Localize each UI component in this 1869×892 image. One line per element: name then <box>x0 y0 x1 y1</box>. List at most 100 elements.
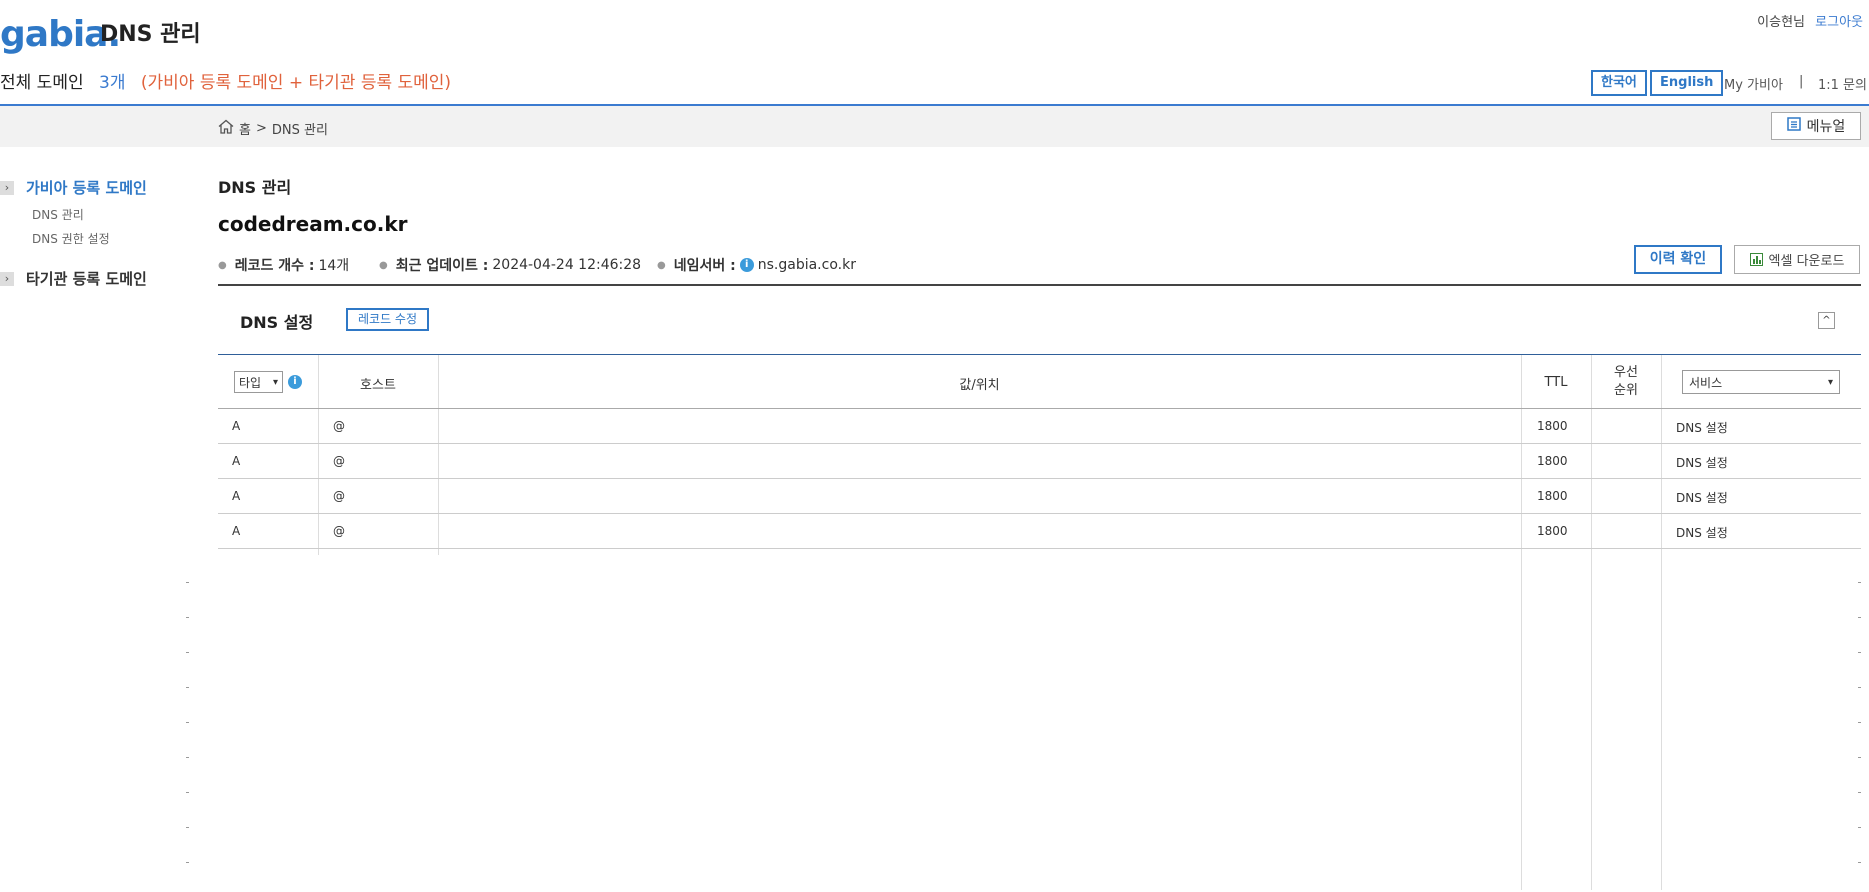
chart-icon <box>1749 253 1763 266</box>
row-host: @ <box>333 524 345 538</box>
record-count-value: 14개 <box>318 258 350 274</box>
type-select-value: 타입 <box>239 375 262 390</box>
edge-tick <box>186 582 189 583</box>
table-top-border <box>218 354 1861 355</box>
inquiry-link[interactable]: 1:1 문의 <box>1818 74 1867 93</box>
row-divider <box>218 443 1861 444</box>
row-type: A <box>232 489 241 503</box>
sidebar-subitem-dns-manage[interactable]: DNS 관리 <box>32 206 84 223</box>
breadcrumb-separator: > <box>255 121 267 136</box>
row-service: DNS 설정 <box>1676 421 1728 435</box>
summary-label: 전체 도메인 <box>0 73 84 93</box>
edge-tick <box>1858 792 1861 793</box>
row-service: DNS 설정 <box>1676 526 1728 540</box>
chevron-right-icon: › <box>0 181 14 195</box>
row-host: @ <box>333 489 345 503</box>
updated-label: 최근 업데이트 : <box>395 258 489 274</box>
info-icon[interactable]: i <box>288 375 302 389</box>
breadcrumb-home[interactable]: 홈 <box>239 119 251 138</box>
edge-tick <box>1858 722 1861 723</box>
info-icon[interactable]: i <box>739 258 754 272</box>
dns-settings-title: DNS 설정 <box>240 313 314 332</box>
edge-tick <box>186 617 189 618</box>
edge-tick <box>186 862 189 863</box>
edge-tick <box>186 722 189 723</box>
summary-description: (가비아 등록 도메인 + 타기관 등록 도메인) <box>140 73 452 93</box>
chevron-down-icon: ▾ <box>272 376 278 388</box>
nameserver-value: ns.gabia.co.kr <box>757 257 856 273</box>
header-ttl: TTL <box>1544 375 1568 390</box>
nameserver-label: 네임서버 : <box>673 258 736 274</box>
type-filter-select[interactable]: 타입 ▾ <box>234 371 283 393</box>
sidebar-item-gabia-domains[interactable]: 가비아 등록 도메인 <box>26 177 147 198</box>
row-divider <box>218 478 1861 479</box>
header-value: 값/위치 <box>959 378 1000 393</box>
breadcrumb: 홈 > DNS 관리 <box>218 119 328 138</box>
row-divider <box>218 548 1861 549</box>
user-name: 이승현님 <box>1757 15 1806 30</box>
domain-summary: 전체 도메인 3개 (가비아 등록 도메인 + 타기관 등록 도메인) <box>0 68 451 93</box>
edge-tick <box>186 687 189 688</box>
sidebar-subitem-dns-permission[interactable]: DNS 권한 설정 <box>32 230 110 247</box>
row-ttl: 1800 <box>1537 524 1568 538</box>
last-updated: ● 최근 업데이트 :2024-04-24 12:46:28 <box>379 257 642 274</box>
section-title: DNS 관리 <box>218 178 292 197</box>
user-area: 이승현님 로그아웃 <box>1757 11 1863 30</box>
edge-tick <box>1858 757 1861 758</box>
edge-tick <box>1858 582 1861 583</box>
record-edit-button[interactable]: 레코드 수정 <box>346 308 429 331</box>
nameserver: ● 네임서버 : i ns.gabia.co.kr <box>657 257 856 274</box>
row-service: DNS 설정 <box>1676 456 1728 470</box>
row-type: A <box>232 524 241 538</box>
domain-count[interactable]: 3개 <box>99 73 125 93</box>
lang-english-button[interactable]: English <box>1650 70 1724 96</box>
my-gabia-link[interactable]: My 가비아 <box>1724 74 1783 93</box>
document-icon <box>1786 117 1801 135</box>
history-button[interactable]: 이력 확인 <box>1634 245 1722 274</box>
edge-tick <box>186 827 189 828</box>
row-service: DNS 설정 <box>1676 491 1728 505</box>
updated-value: 2024-04-24 12:46:28 <box>492 257 642 273</box>
edge-tick <box>1858 862 1861 863</box>
row-type: A <box>232 454 241 468</box>
manual-label: 메뉴얼 <box>1806 119 1846 135</box>
row-ttl: 1800 <box>1537 454 1568 468</box>
logout-link[interactable]: 로그아웃 <box>1815 15 1863 30</box>
service-filter-select[interactable]: 서비스 ▾ <box>1682 370 1840 394</box>
table-body: A @ 1800 DNS 설정 A @ 1800 DNS 설정 A @ 1800… <box>0 409 1869 549</box>
header-priority-line2: 순위 <box>1614 383 1638 398</box>
collapse-button[interactable]: ^ <box>1818 312 1835 329</box>
row-host: @ <box>333 454 345 468</box>
service-select-value: 서비스 <box>1689 375 1723 390</box>
edge-tick <box>186 792 189 793</box>
page-title: DNS 관리 <box>100 22 201 47</box>
chevron-down-icon: ▾ <box>1827 376 1833 388</box>
section-divider <box>218 284 1861 286</box>
sidebar-item-other-domains[interactable]: 타기관 등록 도메인 <box>26 268 147 289</box>
record-count: ● 레코드 개수 :14개 <box>218 255 349 275</box>
edge-tick <box>1858 687 1861 688</box>
row-divider <box>218 513 1861 514</box>
row-ttl: 1800 <box>1537 489 1568 503</box>
edge-tick <box>186 757 189 758</box>
row-ttl: 1800 <box>1537 419 1568 433</box>
domain-name: codedream.co.kr <box>218 212 408 236</box>
excel-download-button[interactable]: 엑셀 다운로드 <box>1734 245 1860 274</box>
edge-tick <box>186 652 189 653</box>
header-priority: 우선 순위 <box>1591 364 1661 400</box>
edge-tick <box>1858 617 1861 618</box>
edge-tick <box>1858 652 1861 653</box>
header-separator: | <box>1799 74 1804 89</box>
edge-tick <box>1858 827 1861 828</box>
manual-button[interactable]: 메뉴얼 <box>1771 112 1861 140</box>
breadcrumb-current: DNS 관리 <box>271 123 328 138</box>
chevron-right-icon: › <box>0 272 14 286</box>
excel-download-label: 엑셀 다운로드 <box>1768 254 1845 269</box>
row-type: A <box>232 419 241 433</box>
header-priority-line1: 우선 <box>1614 365 1638 380</box>
lang-korean-button[interactable]: 한국어 <box>1591 70 1647 96</box>
row-host: @ <box>333 419 345 433</box>
header-host: 호스트 <box>360 378 396 393</box>
home-icon[interactable] <box>218 119 234 138</box>
record-count-label: 레코드 개수 : <box>234 258 315 274</box>
